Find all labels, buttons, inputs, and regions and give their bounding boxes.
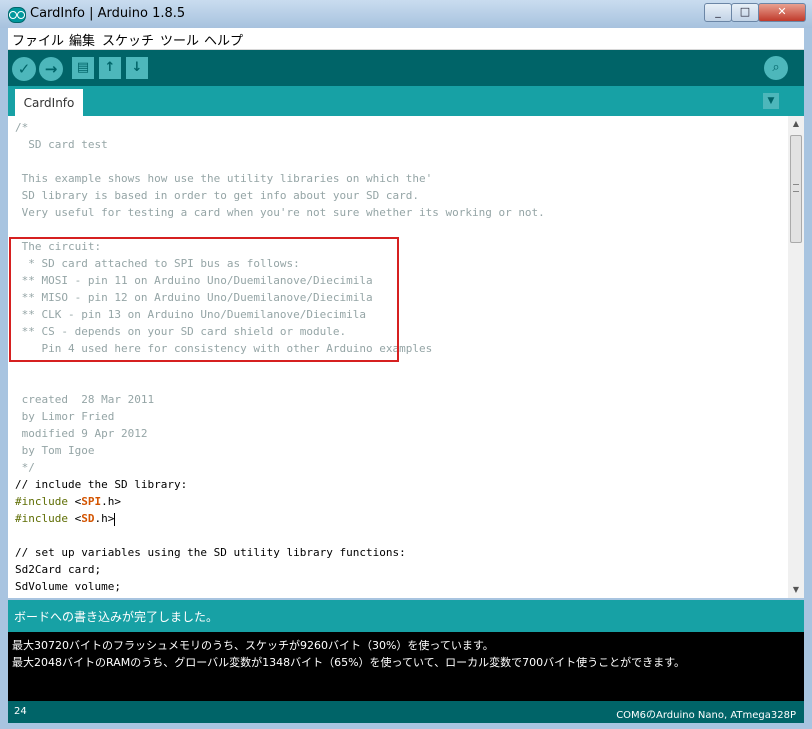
header-ext: .h>	[101, 495, 121, 508]
status-message: ボードへの書き込みが完了しました。	[8, 600, 804, 632]
code-line: This example shows how use the utility l…	[15, 172, 433, 185]
open-sketch-icon[interactable]: ↑	[99, 57, 121, 79]
menu-help[interactable]: ヘルプ	[204, 30, 243, 49]
include-directive: #include	[15, 512, 68, 525]
tab-cardinfo[interactable]: CardInfo	[15, 89, 83, 116]
code-line: #include <SPI.h>	[15, 493, 121, 510]
code-line: // set up variables using the SD utility…	[15, 546, 406, 559]
board-port-info: COM6のArduino Nano, ATmega328P	[616, 710, 796, 721]
console-line: 最大2048バイトのRAMのうち、グローバル変数が1348バイト（65%）を使っ…	[12, 656, 686, 669]
code-line: /*	[15, 121, 29, 134]
menu-sketch[interactable]: スケッチ	[102, 30, 154, 49]
code-line: SD card test	[15, 138, 108, 151]
code-line: Very useful for testing a card when you'…	[15, 206, 545, 219]
code-line: by Tom Igoe	[15, 444, 95, 457]
upload-icon[interactable]: →	[39, 57, 63, 81]
toolbar: ✓ → ▤ ↑ ↓ ⌕	[8, 50, 804, 86]
circuit-highlight-box	[9, 237, 399, 362]
scroll-thumb[interactable]	[790, 135, 802, 243]
line-number: 24	[14, 706, 27, 717]
code-line: #include <SD.h>	[15, 510, 116, 527]
new-sketch-icon[interactable]: ▤	[72, 57, 94, 79]
code-line: SD library is based in order to get info…	[15, 189, 419, 202]
text-caret	[114, 512, 116, 526]
save-sketch-icon[interactable]: ↓	[126, 57, 148, 79]
tab-bar: CardInfo ▼	[8, 86, 804, 116]
code-line: // include the SD library:	[15, 478, 188, 491]
footer-bar: 24 COM6のArduino Nano, ATmega328P	[8, 701, 804, 723]
console-line: 最大30720バイトのフラッシュメモリのうち、スケッチが9260バイト（30%）…	[12, 639, 494, 652]
arduino-logo-icon	[8, 7, 26, 23]
code-line: by Limor Fried	[15, 410, 115, 423]
editor-scrollbar[interactable]: ▲ ▼	[788, 116, 804, 598]
angle-open: <	[67, 512, 82, 525]
sd-header: SD	[81, 512, 95, 525]
scroll-up-arrow-icon[interactable]: ▲	[788, 116, 804, 132]
tab-menu-dropdown-icon[interactable]: ▼	[763, 93, 779, 109]
include-directive: #include	[15, 495, 68, 508]
menu-bar: ファイル 編集 スケッチ ツール ヘルプ	[8, 28, 804, 50]
code-editor[interactable]: /* SD card test This example shows how u…	[8, 116, 788, 598]
close-button[interactable]: ✕	[758, 3, 806, 22]
header-ext: .h>	[94, 512, 115, 525]
minimize-button[interactable]: _	[704, 3, 732, 22]
maximize-button[interactable]: □	[731, 3, 759, 22]
code-line: SdVolume volume;	[15, 580, 121, 593]
grip-icon	[793, 184, 799, 192]
scroll-down-arrow-icon[interactable]: ▼	[788, 582, 804, 598]
code-line: created 28 Mar 2011	[15, 393, 155, 406]
code-line: modified 9 Apr 2012	[15, 427, 148, 440]
menu-tools[interactable]: ツール	[160, 30, 199, 49]
console-output[interactable]: 最大30720バイトのフラッシュメモリのうち、スケッチが9260バイト（30%）…	[8, 632, 804, 701]
menu-file[interactable]: ファイル	[12, 30, 64, 49]
code-line: Sd2Card card;	[15, 563, 102, 576]
serial-monitor-icon[interactable]: ⌕	[764, 56, 788, 80]
code-line: */	[15, 461, 35, 474]
title-bar: CardInfo | Arduino 1.8.5 _ □ ✕	[0, 0, 812, 28]
verify-icon[interactable]: ✓	[12, 57, 36, 81]
spi-header: SPI	[81, 495, 102, 508]
window-title: CardInfo | Arduino 1.8.5	[30, 6, 186, 21]
menu-edit[interactable]: 編集	[69, 30, 95, 49]
angle-open: <	[67, 495, 82, 508]
